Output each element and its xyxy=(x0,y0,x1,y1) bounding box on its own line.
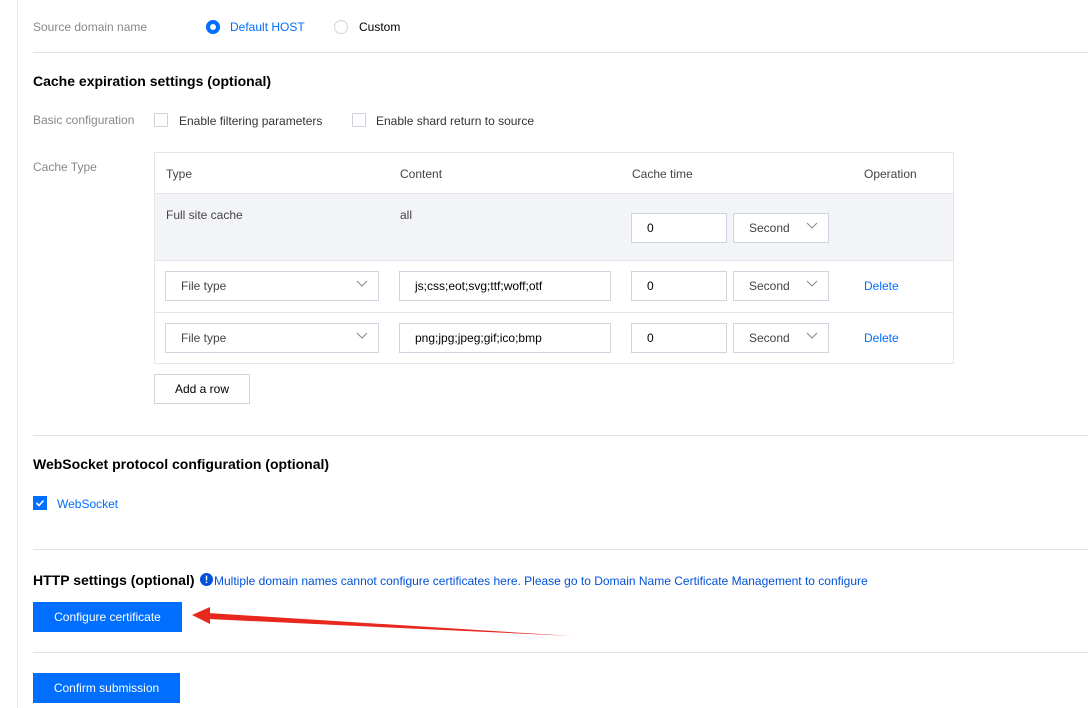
cache-rules-table: Type Content Cache time Operation Full s… xyxy=(154,152,954,364)
row1-content-input[interactable]: js;css;eot;svg;ttf;woff;otf xyxy=(399,271,611,301)
annotation-arrow-icon xyxy=(192,607,572,636)
radio-default-host-label[interactable]: Default HOST xyxy=(230,20,305,34)
row2-delete-link[interactable]: Delete xyxy=(864,331,899,345)
row2-content-input[interactable]: png;jpg;jpeg;gif;ico;bmp xyxy=(399,323,611,353)
full-site-time-input[interactable]: 0 xyxy=(631,213,727,243)
row1-unit-select[interactable]: Second xyxy=(733,271,829,301)
radio-custom-label[interactable]: Custom xyxy=(359,20,400,34)
chevron-down-icon xyxy=(806,332,818,339)
full-site-type: Full site cache xyxy=(166,208,243,222)
table-row: File type js;css;eot;svg;ttf;woff;otf 0 … xyxy=(155,261,953,312)
chevron-down-icon xyxy=(806,280,818,287)
row1-type-select[interactable]: File type xyxy=(165,271,379,301)
col-operation-header: Operation xyxy=(864,167,917,181)
row2-unit-value: Second xyxy=(749,331,790,345)
chevron-down-icon xyxy=(806,222,818,229)
chevron-down-icon xyxy=(356,280,368,287)
filter-params-label[interactable]: Enable filtering parameters xyxy=(179,114,322,128)
basic-config-label: Basic configuration xyxy=(33,113,135,127)
full-site-content: all xyxy=(400,208,413,222)
row2-time-input[interactable]: 0 xyxy=(631,323,727,353)
row1-unit-value: Second xyxy=(749,279,790,293)
row2-unit-select[interactable]: Second xyxy=(733,323,829,353)
http-section-title: HTTP settings (optional) xyxy=(33,572,195,588)
row2-type-value: File type xyxy=(181,331,227,345)
col-type-header: Type xyxy=(166,167,193,181)
col-cache-time-header: Cache time xyxy=(632,167,693,181)
cache-section-title: Cache expiration settings (optional) xyxy=(33,73,272,89)
radio-custom[interactable] xyxy=(334,20,348,34)
table-header: Type Content Cache time Operation xyxy=(155,153,953,193)
shard-return-checkbox[interactable] xyxy=(352,113,366,127)
divider xyxy=(33,549,1088,550)
row1-delete-link[interactable]: Delete xyxy=(864,279,899,293)
cache-type-label: Cache Type xyxy=(33,160,97,174)
row2-type-select[interactable]: File type xyxy=(165,323,379,353)
divider xyxy=(33,435,1088,436)
table-row-full-site: Full site cache all 0 Second xyxy=(155,194,953,260)
left-border xyxy=(17,0,18,708)
confirm-submission-button[interactable]: Confirm submission xyxy=(33,673,180,703)
shard-return-label[interactable]: Enable shard return to source xyxy=(376,114,534,128)
configure-certificate-button[interactable]: Configure certificate xyxy=(33,602,182,632)
source-domain-label: Source domain name xyxy=(33,20,148,34)
add-row-button[interactable]: Add a row xyxy=(154,374,250,404)
info-icon xyxy=(200,573,213,586)
websocket-checkbox-label[interactable]: WebSocket xyxy=(57,497,118,511)
table-row: File type png;jpg;jpeg;gif;ico;bmp 0 Sec… xyxy=(155,313,953,364)
full-site-unit-select[interactable]: Second xyxy=(733,213,829,243)
chevron-down-icon xyxy=(356,332,368,339)
checkmark-icon xyxy=(35,499,45,507)
col-content-header: Content xyxy=(400,167,443,181)
http-notice-text: Multiple domain names cannot configure c… xyxy=(214,574,868,588)
radio-default-host[interactable] xyxy=(206,20,220,34)
row1-time-input[interactable]: 0 xyxy=(631,271,727,301)
websocket-checkbox[interactable] xyxy=(33,496,47,510)
divider xyxy=(33,52,1088,53)
full-site-unit-value: Second xyxy=(749,221,790,235)
divider xyxy=(33,652,1088,653)
websocket-section-title: WebSocket protocol configuration (option… xyxy=(33,456,330,472)
row1-type-value: File type xyxy=(181,279,227,293)
filter-params-checkbox[interactable] xyxy=(154,113,168,127)
